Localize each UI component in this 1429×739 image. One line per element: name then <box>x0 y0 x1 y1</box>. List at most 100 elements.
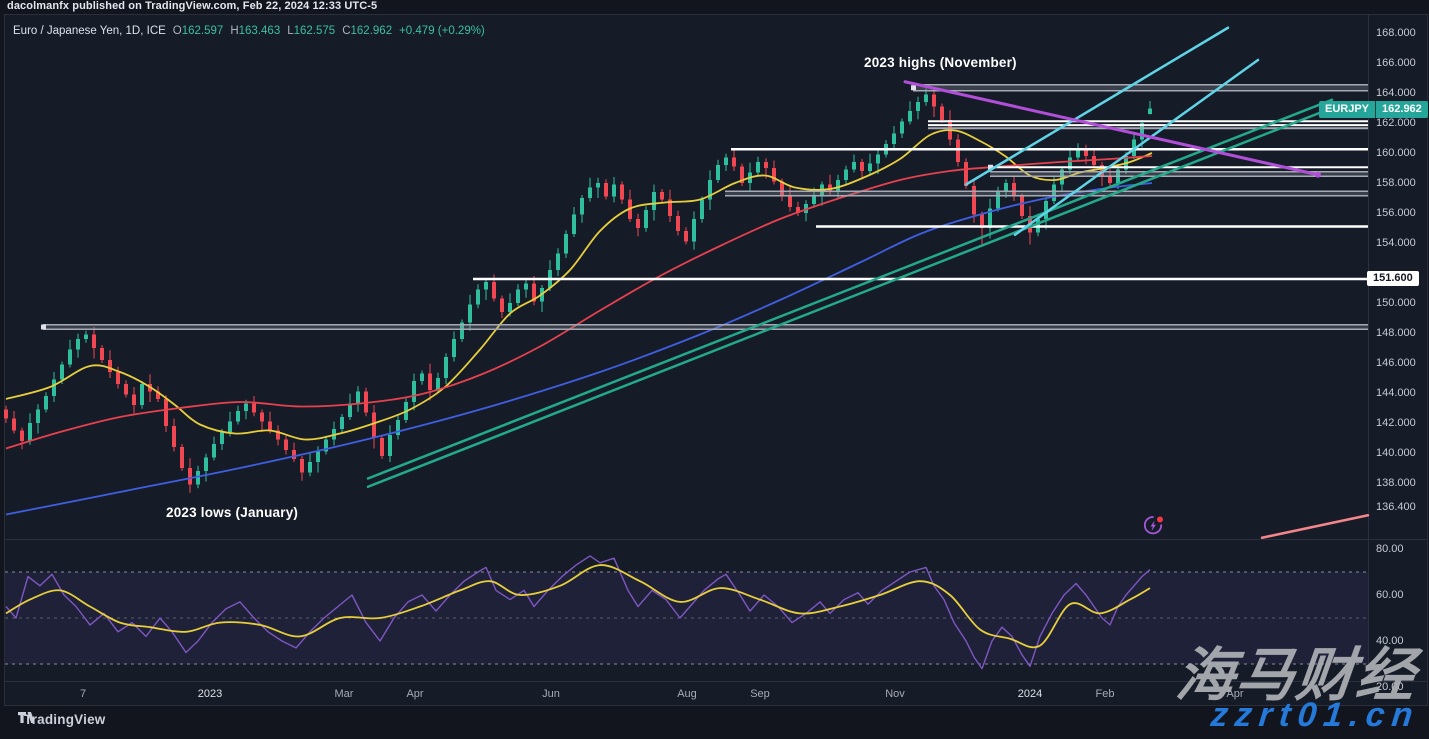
pink-segment[interactable] <box>1262 515 1368 538</box>
price-axis-label: 138.000 <box>1376 476 1428 490</box>
candle-body <box>236 411 240 422</box>
last-price-badge-value: 162.962 <box>1375 101 1428 118</box>
time-axis-label: Nov <box>885 688 905 700</box>
slow-ma-blue <box>6 183 1152 515</box>
candle-body <box>340 417 344 429</box>
candle-body <box>172 426 176 447</box>
candle-body <box>284 440 288 451</box>
candle-body <box>580 198 584 215</box>
candle-body <box>44 396 48 410</box>
candle-body <box>444 357 448 378</box>
candle-body <box>220 432 224 444</box>
candle-body <box>356 392 360 404</box>
price-axis-label: 140.000 <box>1376 446 1428 460</box>
price-axis-label: 148.000 <box>1376 326 1428 340</box>
time-axis-label: Apr <box>406 688 423 700</box>
candle-body <box>92 335 96 349</box>
candle-body <box>596 183 600 188</box>
drawing-handle[interactable] <box>41 325 46 330</box>
steep-cyan-line-left[interactable] <box>966 28 1228 185</box>
candle-body <box>164 399 168 426</box>
candle-body <box>388 435 392 456</box>
high-value: 163.463 <box>239 25 281 37</box>
price-axis-label: 142.000 <box>1376 416 1428 430</box>
ascending-channel-line-a[interactable] <box>368 100 1332 479</box>
level-price-chip: 151.600 <box>1367 271 1419 286</box>
candle-body <box>76 339 80 350</box>
candle-body <box>852 162 856 170</box>
candle-body <box>876 155 880 164</box>
candle-body <box>500 299 504 313</box>
candle-body <box>732 158 736 167</box>
candle-body <box>436 378 440 390</box>
candle-body <box>588 188 592 199</box>
candle-body <box>636 219 640 228</box>
candle-body <box>188 468 192 485</box>
candle-body <box>756 162 760 173</box>
price-zone[interactable] <box>913 85 1368 91</box>
candle-body <box>660 192 664 200</box>
tradingview-attribution[interactable]: TradingView <box>18 712 105 727</box>
last-price-badge: EURJPY 162.962 <box>1319 101 1428 118</box>
candle-body <box>844 170 848 181</box>
price-axis-label: 162.000 <box>1376 116 1428 130</box>
close-label: C <box>342 25 350 37</box>
high-label: H <box>230 25 238 37</box>
candle-body <box>20 431 24 442</box>
candle-body <box>700 200 704 220</box>
tradingview-published-chart: dacolmanfx published on TradingView.com,… <box>0 0 1429 739</box>
candle-body <box>52 380 56 397</box>
candle-body <box>524 284 528 290</box>
candle-body <box>12 419 16 431</box>
candle-body <box>644 210 648 228</box>
candle-body <box>940 107 944 121</box>
candle-body <box>892 134 896 145</box>
trendline-endpoint[interactable] <box>1315 172 1321 178</box>
price-axis-label: 150.000 <box>1376 296 1428 310</box>
candle-body <box>652 192 656 210</box>
candle-body <box>380 438 384 456</box>
flash-icon[interactable] <box>1141 514 1165 538</box>
candle-body <box>612 185 616 197</box>
time-axis-label: 2024 <box>1018 688 1042 700</box>
candle-body <box>916 102 920 111</box>
time-axis-label: Feb <box>1096 688 1115 700</box>
candle-body <box>124 384 128 395</box>
candle-body <box>268 422 272 431</box>
annotation-2023-lows: 2023 lows (January) <box>166 505 298 520</box>
drawing-handle[interactable] <box>911 85 916 90</box>
symbol-title: Euro / Japanese Yen, 1D, ICE <box>13 25 166 37</box>
price-axis-label: 144.000 <box>1376 386 1428 400</box>
candle-body <box>564 234 568 254</box>
candle-body <box>476 290 480 305</box>
candle-body <box>684 231 688 242</box>
candle-body <box>132 395 136 406</box>
last-price-badge-symbol: EURJPY <box>1319 101 1375 118</box>
candle-body <box>972 186 976 215</box>
price-axis-label: 160.000 <box>1376 146 1428 160</box>
candle-body <box>28 423 32 441</box>
candle-body <box>212 444 216 458</box>
open-label: O <box>173 25 182 37</box>
candle-body <box>228 422 232 433</box>
time-axis-label: Jun <box>542 688 560 700</box>
candle-body <box>348 404 352 418</box>
candle-body <box>468 305 472 323</box>
candle-body <box>116 372 120 384</box>
candle-body <box>108 360 112 372</box>
rsi-axis-label: 80.00 <box>1376 542 1428 556</box>
candle-body <box>900 122 904 134</box>
candle-body <box>716 165 720 180</box>
price-axis-label: 146.000 <box>1376 356 1428 370</box>
ascending-channel-line-b[interactable] <box>368 108 1332 487</box>
candle-body <box>556 254 560 271</box>
candle-body <box>260 413 264 422</box>
candle-body <box>492 282 496 299</box>
price-axis-label: 154.000 <box>1376 236 1428 250</box>
candle-body <box>1148 109 1152 114</box>
symbol-legend[interactable]: Euro / Japanese Yen, 1D, ICEO162.597H163… <box>13 25 485 37</box>
candle-body <box>516 290 520 304</box>
candle-body <box>692 219 696 242</box>
candle-body <box>300 459 304 473</box>
candle-body <box>412 381 416 402</box>
